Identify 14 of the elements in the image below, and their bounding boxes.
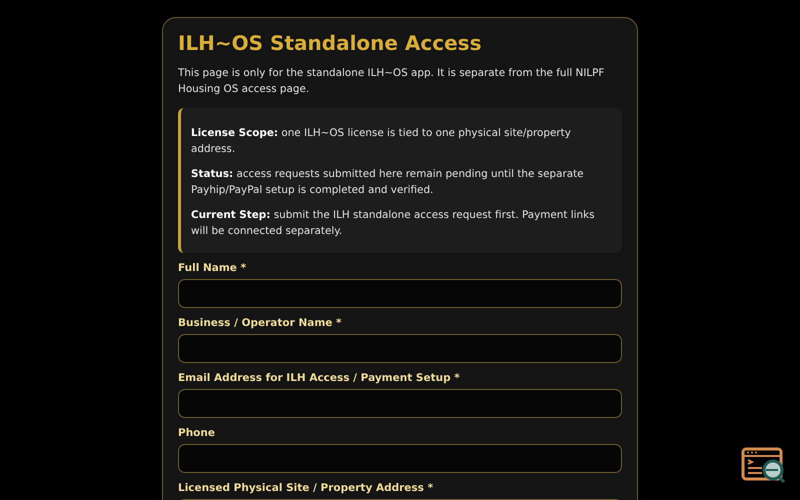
notice-text: Current Step: submit the ILH standalone access request first. Payment links will be connected separately. (191, 208, 596, 239)
field-label: Licensed Physical Site / Property Address * (178, 481, 434, 495)
field-label: Email Address for ILH Access / Payment Setup * (178, 371, 461, 385)
field-label: Full Name * (178, 261, 248, 275)
input-field[interactable] (178, 334, 622, 363)
page-title: ILH~OS Standalone Access (178, 30, 482, 56)
notice-text: Status: access requests submitted here remain pending until the separate Payhip/PayPal setup is completed and verified. (191, 167, 585, 198)
intro-text: This page is only for the standalone ILH~OS app. It is separate from the full NILPF Housing OS access page. (178, 66, 606, 97)
field-label: Business / Operator Name * (178, 316, 343, 330)
input-field[interactable] (178, 444, 622, 473)
field-label: Phone (178, 426, 216, 440)
input-field[interactable] (178, 279, 622, 308)
notice-text: License Scope: one ILH~OS license is tied to one physical site/property address. (191, 126, 572, 157)
input-field[interactable] (178, 389, 622, 418)
